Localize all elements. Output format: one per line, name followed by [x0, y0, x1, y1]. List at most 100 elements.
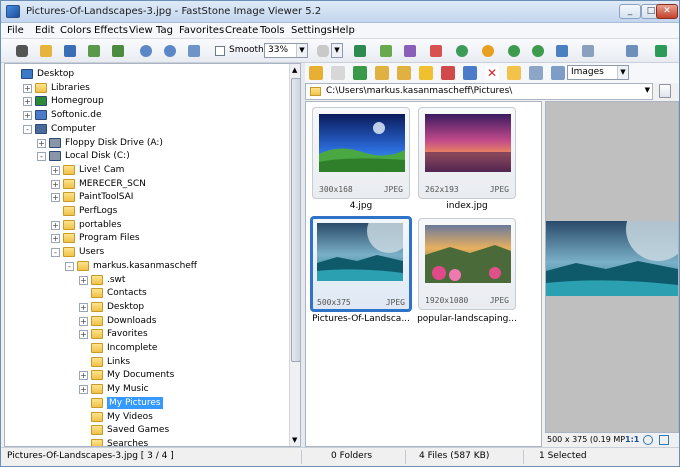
- fit-icon[interactable]: [185, 42, 203, 60]
- expand-icon[interactable]: +: [23, 83, 32, 93]
- menu-colors[interactable]: Colors: [60, 25, 91, 36]
- copy-icon[interactable]: [419, 66, 433, 80]
- tree-item[interactable]: + Homegroup: [5, 94, 289, 108]
- expand-icon[interactable]: +: [79, 330, 88, 340]
- tree-item[interactable]: + My Music: [5, 382, 289, 396]
- favorites-icon[interactable]: [397, 66, 411, 80]
- tree-item[interactable]: + Softonic.de: [5, 108, 289, 122]
- collapse-icon[interactable]: -: [65, 261, 74, 271]
- zoom-in-icon[interactable]: [137, 42, 155, 60]
- tree-item[interactable]: My Pictures: [5, 396, 289, 410]
- settings-icon[interactable]: [479, 42, 497, 60]
- rename-icon[interactable]: [507, 66, 521, 80]
- minimize-button[interactable]: _: [619, 4, 641, 19]
- collapse-icon[interactable]: -: [51, 248, 60, 258]
- compare-icon[interactable]: [351, 42, 369, 60]
- rotate-right-icon[interactable]: [529, 42, 547, 60]
- up-folder-icon[interactable]: [353, 66, 367, 80]
- tree-item[interactable]: Saved Games: [5, 423, 289, 437]
- flip-icon[interactable]: [553, 42, 571, 60]
- scroll-thumb[interactable]: [291, 78, 300, 362]
- menu-edit[interactable]: Edit: [35, 25, 54, 36]
- expand-icon[interactable]: +: [51, 193, 60, 203]
- tree-item[interactable]: + Libraries: [5, 81, 289, 95]
- hand-tool-icon[interactable]: [314, 42, 332, 60]
- expand-icon[interactable]: +: [79, 371, 88, 381]
- title-bar[interactable]: Pictures-Of-Landscapes-3.jpg - FastStone…: [1, 1, 679, 23]
- tree-item[interactable]: - Computer: [5, 122, 289, 136]
- zoom-out-icon[interactable]: [161, 42, 179, 60]
- rotate-left-icon[interactable]: [505, 42, 523, 60]
- zoom-preview-icon[interactable]: [643, 435, 653, 445]
- tree-item[interactable]: + PaintToolSAI: [5, 190, 289, 204]
- recycle-bin-icon[interactable]: [659, 84, 671, 98]
- back-icon[interactable]: [309, 66, 323, 80]
- window-icon[interactable]: [579, 42, 597, 60]
- scroll-up-arrow[interactable]: ▲: [292, 66, 297, 74]
- expand-icon[interactable]: +: [79, 316, 88, 326]
- layout-icon[interactable]: [623, 42, 645, 60]
- tree-item[interactable]: - Local Disk (C:): [5, 149, 289, 163]
- open-icon[interactable]: [37, 42, 55, 60]
- email-icon[interactable]: [453, 42, 471, 60]
- tree-item[interactable]: + Program Files: [5, 231, 289, 245]
- preview-pane[interactable]: [545, 101, 679, 433]
- tree-item[interactable]: - Users: [5, 245, 289, 259]
- menu-file[interactable]: File: [7, 25, 24, 36]
- thumbnail-card[interactable]: 1920x1080 JPEG: [418, 218, 516, 310]
- collapse-icon[interactable]: -: [37, 152, 46, 162]
- scroll-down-arrow[interactable]: ▼: [292, 436, 297, 444]
- collapse-icon[interactable]: -: [23, 124, 32, 134]
- delete-icon[interactable]: ✕: [485, 66, 499, 80]
- menu-tag[interactable]: Tag: [156, 25, 173, 36]
- tree-item[interactable]: + My Documents: [5, 368, 289, 382]
- expand-icon[interactable]: +: [51, 234, 60, 244]
- expand-icon[interactable]: +: [51, 220, 60, 230]
- tree-item[interactable]: - markus.kasanmascheff: [5, 259, 289, 273]
- fullscreen-icon[interactable]: [652, 42, 670, 60]
- tree-item[interactable]: + Floppy Disk Drive (A:): [5, 136, 289, 150]
- tree-item[interactable]: + Downloads: [5, 314, 289, 328]
- expand-icon[interactable]: +: [23, 97, 32, 107]
- smooth-checkbox[interactable]: [215, 46, 225, 56]
- menu-tools[interactable]: Tools: [260, 25, 285, 36]
- fit-preview-icon[interactable]: [659, 435, 669, 445]
- expand-icon[interactable]: +: [37, 138, 46, 148]
- menu-create[interactable]: Create: [225, 25, 258, 36]
- tree-item[interactable]: Desktop: [5, 67, 289, 81]
- menu-favorites[interactable]: Favorites: [179, 25, 224, 36]
- expand-icon[interactable]: +: [79, 385, 88, 395]
- move-icon[interactable]: [441, 66, 455, 80]
- filter-select[interactable]: Images ▼: [567, 65, 629, 80]
- save-icon[interactable]: [61, 42, 79, 60]
- sort-icon[interactable]: [529, 66, 543, 80]
- forward-icon[interactable]: [331, 66, 345, 80]
- tree-item[interactable]: PerfLogs: [5, 204, 289, 218]
- tag-icon[interactable]: [401, 42, 419, 60]
- expand-icon[interactable]: +: [79, 302, 88, 312]
- import-icon[interactable]: [85, 42, 103, 60]
- tree-item[interactable]: Incomplete: [5, 341, 289, 355]
- new-folder-icon[interactable]: [375, 66, 389, 80]
- path-combobox[interactable]: C:\Users\markus.kasanmascheff\Pictures\ …: [305, 83, 653, 100]
- tree-item[interactable]: My Videos: [5, 410, 289, 424]
- tree-scrollbar[interactable]: ▲ ▼: [289, 64, 300, 446]
- thumbnail-card-selected[interactable]: 500x375 JPEG: [310, 216, 412, 312]
- copy-to-icon[interactable]: [463, 66, 477, 80]
- tree-item[interactable]: + portables: [5, 218, 289, 232]
- acquire-icon[interactable]: [13, 42, 31, 60]
- close-button[interactable]: ✕: [656, 4, 678, 19]
- export-icon[interactable]: [109, 42, 127, 60]
- expand-icon[interactable]: +: [51, 179, 60, 189]
- tree-item[interactable]: + .swt: [5, 273, 289, 287]
- tree-item[interactable]: + Favorites: [5, 327, 289, 341]
- zoom-select[interactable]: 33% ▼: [264, 43, 308, 58]
- tree-item[interactable]: + Desktop: [5, 300, 289, 314]
- slideshow-icon[interactable]: [377, 42, 395, 60]
- hand-dropdown[interactable]: ▼: [331, 43, 343, 58]
- menu-help[interactable]: Help: [332, 25, 355, 36]
- expand-icon[interactable]: +: [51, 165, 60, 175]
- tree-item[interactable]: Links: [5, 355, 289, 369]
- thumbnail-size-icon[interactable]: [551, 66, 565, 80]
- actual-size-button[interactable]: 1:1: [625, 433, 639, 447]
